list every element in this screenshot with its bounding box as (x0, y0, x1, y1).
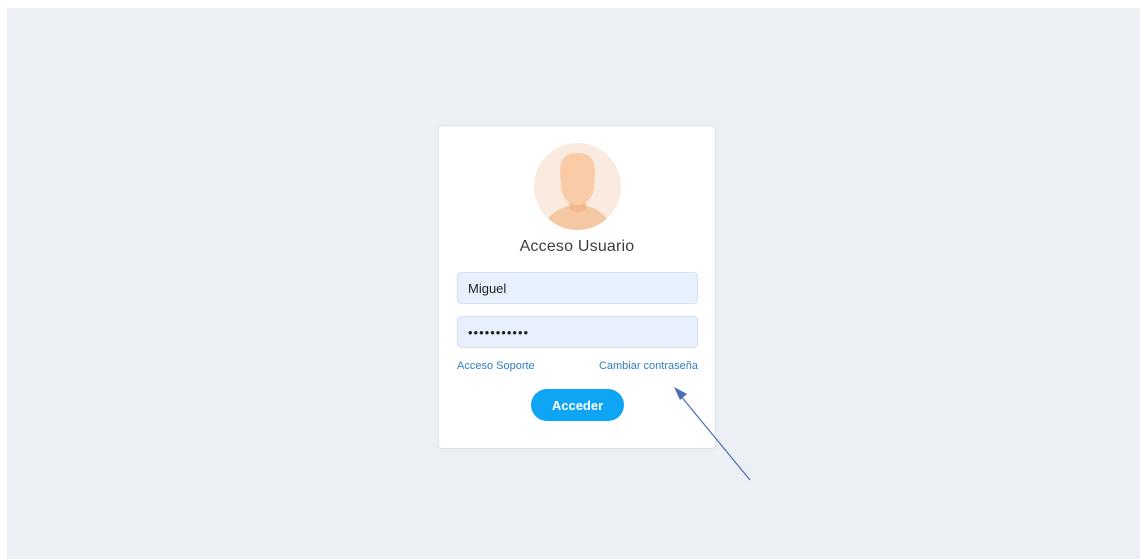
password-field[interactable] (457, 316, 698, 348)
user-avatar-icon (534, 143, 621, 230)
support-access-link[interactable]: Acceso Soporte (457, 360, 535, 372)
change-password-link[interactable]: Cambiar contraseña (599, 360, 698, 372)
auth-links: Acceso Soporte Cambiar contraseña (457, 360, 698, 376)
login-button[interactable]: Acceder (531, 389, 624, 421)
page-title: Acceso Usuario (519, 238, 635, 255)
login-card: Acceso Usuario Acceso Soporte Cambiar co… (438, 125, 716, 449)
username-field[interactable] (457, 272, 698, 304)
